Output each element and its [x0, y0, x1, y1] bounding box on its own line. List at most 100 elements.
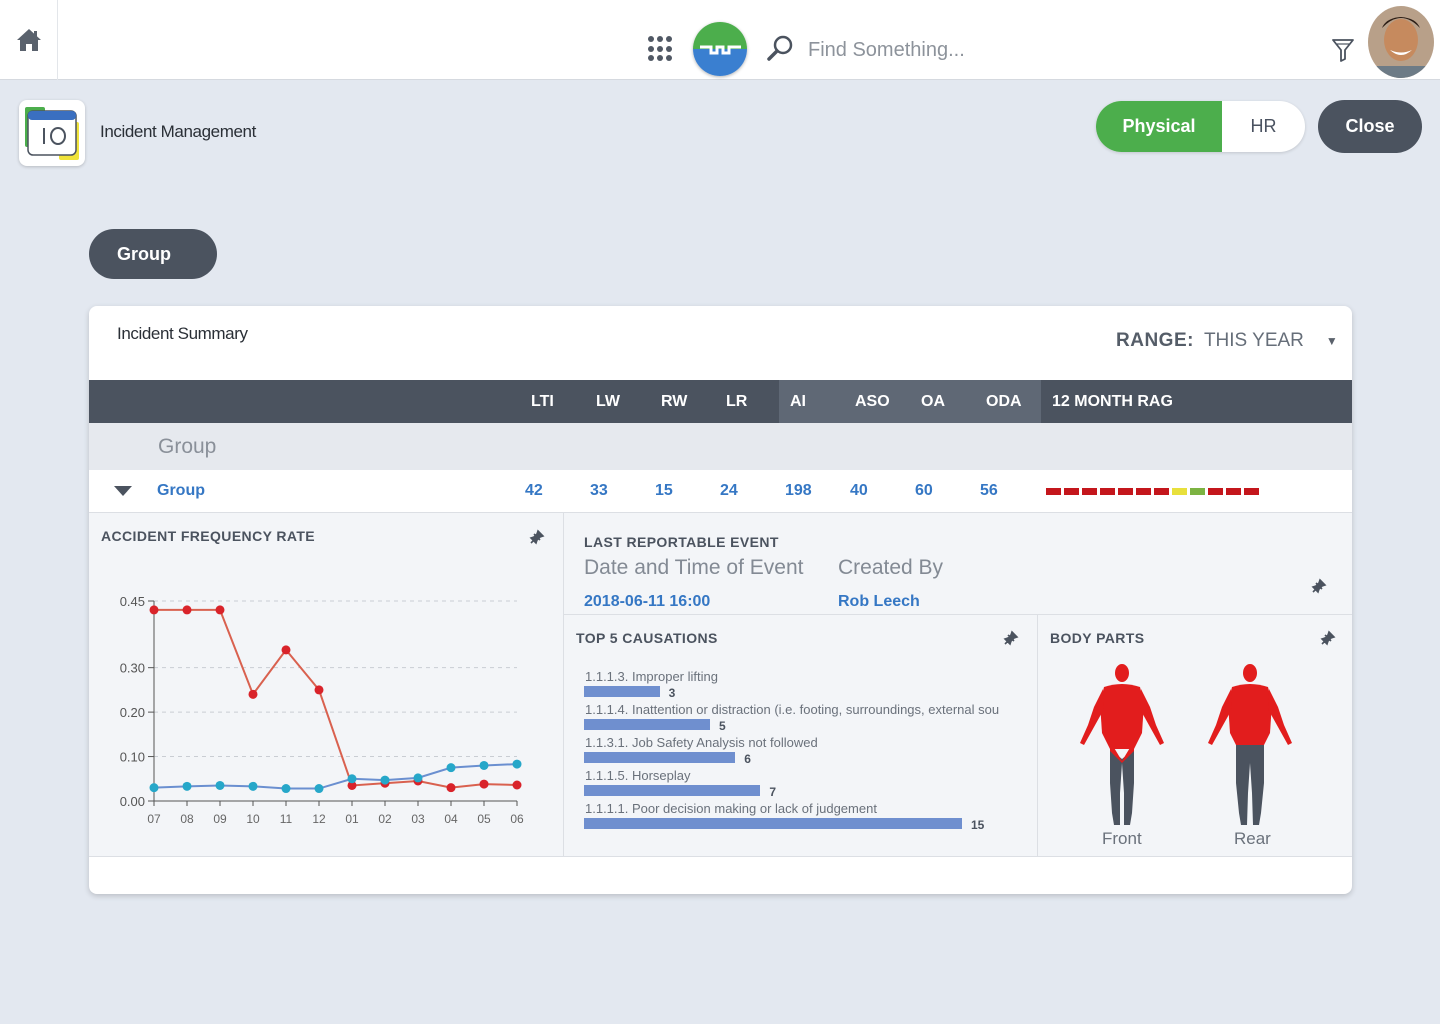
data-point [314, 685, 324, 695]
data-point [413, 773, 423, 783]
col-lr[interactable]: LR [726, 393, 747, 411]
apps-grid-icon[interactable] [648, 36, 674, 62]
value-rw[interactable]: 15 [655, 482, 673, 500]
rag-month-4 [1100, 488, 1115, 495]
value-oda[interactable]: 56 [980, 482, 998, 500]
created-by-value[interactable]: Rob Leech [838, 593, 920, 611]
pin-icon[interactable] [528, 528, 546, 546]
data-point [281, 784, 291, 794]
col-lw[interactable]: LW [596, 393, 620, 411]
date-label: Date and Time of Event [584, 556, 804, 579]
col-ai[interactable]: AI [790, 393, 806, 411]
x-tick-label: 08 [180, 812, 194, 826]
col-oda[interactable]: ODA [986, 393, 1022, 411]
user-avatar[interactable] [1368, 6, 1434, 78]
col-rw[interactable]: RW [661, 393, 687, 411]
close-button[interactable]: Close [1318, 100, 1422, 153]
x-tick-label: 02 [378, 812, 392, 826]
rag-month-11 [1226, 488, 1241, 495]
home-button[interactable] [0, 0, 58, 80]
value-oa[interactable]: 60 [915, 482, 933, 500]
y-tick-label: 0.00 [120, 794, 145, 809]
data-point [347, 774, 357, 784]
causation-bar[interactable] [584, 752, 736, 763]
group-header-row: Group [89, 423, 1352, 470]
causation-bar[interactable] [584, 719, 710, 730]
rag-month-10 [1208, 488, 1223, 495]
last-reportable-event-panel: LAST REPORTABLE EVENT Date and Time of E… [564, 513, 1352, 615]
date-value[interactable]: 2018-06-11 16:00 [584, 593, 710, 611]
col-oa[interactable]: OA [921, 393, 945, 411]
card-title: Incident Summary [117, 324, 248, 343]
value-lw[interactable]: 33 [590, 482, 608, 500]
company-logo[interactable] [693, 22, 747, 76]
col-aso[interactable]: ASO [855, 393, 890, 411]
x-tick-label: 11 [280, 812, 293, 826]
filter-icon[interactable] [1332, 38, 1354, 62]
y-tick-label: 0.10 [120, 750, 145, 765]
detail-panels: ACCIDENT FREQUENCY RATE 0.00 0.10 0.20 0.30… [89, 513, 1352, 857]
search-icon[interactable] [766, 34, 794, 62]
rag-month-12 [1244, 488, 1259, 495]
value-ai[interactable]: 198 [785, 482, 812, 500]
data-point [479, 760, 489, 770]
pin-icon[interactable] [1310, 577, 1328, 595]
pin-icon[interactable] [1002, 629, 1020, 647]
row-name[interactable]: Group [157, 482, 205, 500]
causations-title: TOP 5 CAUSATIONS [576, 630, 718, 646]
group-header-label: Group [158, 435, 217, 458]
front-label: Front [1102, 829, 1142, 848]
top-causations-panel: TOP 5 CAUSATIONS 1.1.1.3. Improper lifti… [564, 615, 1038, 857]
range-value: THIS YEAR [1203, 330, 1304, 351]
search-input[interactable] [808, 30, 1208, 70]
x-tick-label: 07 [147, 812, 161, 826]
group-button[interactable]: Group [89, 229, 217, 279]
causation-bar[interactable] [584, 785, 761, 796]
data-point [380, 775, 390, 785]
series-line-2 [153, 763, 518, 790]
data-point [215, 605, 225, 615]
afr-line-chart: 0.00 0.10 0.20 0.30 0.45 07 08 09 10 11 12 01 02 03 04… [120, 594, 524, 826]
value-lti[interactable]: 42 [525, 482, 543, 500]
body-front-figure[interactable] [1076, 663, 1168, 831]
causation-value: 6 [744, 752, 751, 766]
causation-bar[interactable] [584, 686, 660, 697]
y-tick-label: 0.30 [120, 661, 145, 676]
range-dropdown[interactable]: RANGE: THIS YEAR ▼ [1116, 330, 1338, 352]
x-tick-label: 12 [312, 812, 326, 826]
causation-bar[interactable] [584, 818, 962, 829]
causation-label: 1.1.1.4. Inattention or distraction (i.e… [585, 702, 1000, 717]
value-aso[interactable]: 40 [850, 482, 868, 500]
last-event-title: LAST REPORTABLE EVENT [584, 534, 779, 550]
hr-tab[interactable]: HR [1222, 101, 1305, 152]
body-parts-title: BODY PARTS [1050, 630, 1145, 646]
data-point [446, 783, 456, 793]
physical-tab[interactable]: Physical [1096, 101, 1222, 152]
collapse-triangle-icon[interactable] [114, 486, 132, 496]
physical-hr-toggle: Physical HR [1096, 101, 1305, 152]
data-point [215, 780, 225, 790]
causation-label: 1.1.1.5. Horseplay [585, 768, 691, 783]
body-rear-figure[interactable] [1204, 663, 1296, 831]
data-point [314, 784, 324, 794]
range-label: RANGE: [1116, 330, 1194, 351]
col-12-month-rag[interactable]: 12 MONTH RAG [1052, 393, 1173, 411]
incident-summary-card: Incident Summary RANGE: THIS YEAR ▼ LTI … [89, 306, 1352, 894]
col-lti[interactable]: LTI [531, 393, 554, 411]
data-point [182, 781, 192, 791]
rag-month-1 [1046, 488, 1061, 495]
home-icon [16, 29, 41, 51]
dropdown-caret-icon: ▼ [1325, 334, 1338, 348]
page-title: Incident Management [100, 122, 256, 141]
table-row[interactable]: Group 42 33 15 24 198 40 60 56 [89, 470, 1352, 513]
rag-month-3 [1082, 488, 1097, 495]
x-tick-label: 04 [444, 812, 458, 826]
rag-month-2 [1064, 488, 1079, 495]
pin-icon[interactable] [1319, 629, 1337, 647]
rag-month-6 [1136, 488, 1151, 495]
data-point [248, 689, 258, 699]
rag-month-9 [1190, 488, 1205, 495]
accident-frequency-panel: ACCIDENT FREQUENCY RATE 0.00 0.10 0.20 0.30… [89, 513, 564, 857]
value-lr[interactable]: 24 [720, 482, 738, 500]
data-point [149, 783, 159, 793]
